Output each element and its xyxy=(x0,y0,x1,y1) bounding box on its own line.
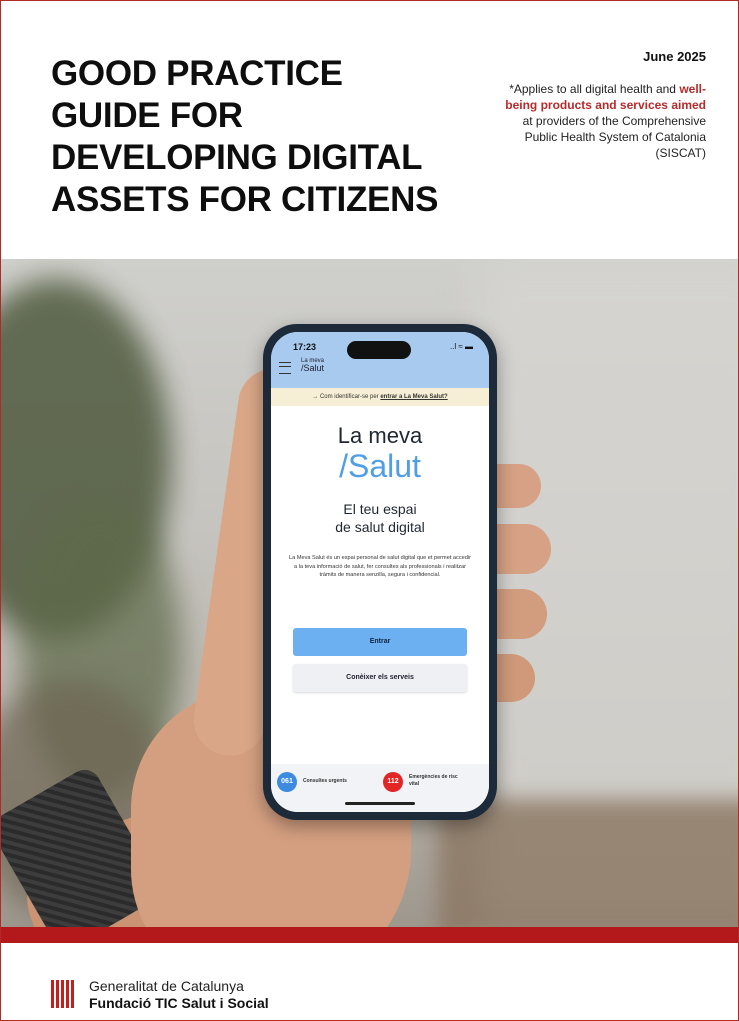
org-name: Generalitat de Catalunya xyxy=(89,978,244,994)
brand-name: La meva xyxy=(337,423,423,448)
hamburger-menu-icon[interactable] xyxy=(279,362,291,374)
emergency-number-badge[interactable]: 112 xyxy=(383,772,403,792)
login-help-banner[interactable]: → Com identificar-se per entrar a La Mev… xyxy=(271,388,489,406)
app-description: La Meva Salut és un espai personal de sa… xyxy=(289,555,471,578)
banner-link[interactable]: entrar a La Meva Salut? xyxy=(380,394,447,400)
status-time: 17:23 xyxy=(293,342,317,352)
tagline: El teu espai de salut digital xyxy=(271,500,489,536)
cover-title: GOOD PRACTICE GUIDE FOR DEVELOPING DIGIT… xyxy=(51,53,511,221)
cover-photo: 17:23 ..l ≈ ▬ La meva /Salut → Com ident… xyxy=(1,259,738,927)
background-shelf xyxy=(438,799,738,927)
title-line: GUIDE FOR xyxy=(51,96,243,135)
dynamic-island xyxy=(347,341,411,359)
note-prefix: *Applies to all digital health and xyxy=(509,82,680,96)
title-line: GOOD PRACTICE xyxy=(51,54,343,93)
app-header: 17:23 ..l ≈ ▬ La meva /Salut xyxy=(271,332,489,388)
urgent-number-badge[interactable]: 061 xyxy=(277,772,297,792)
title-line: DEVELOPING DIGITAL xyxy=(51,138,423,177)
scope-note: *Applies to all digital health and well-… xyxy=(496,81,706,161)
smartphone: 17:23 ..l ≈ ▬ La meva /Salut → Com ident… xyxy=(263,324,497,820)
app-logo[interactable]: La meva /Salut xyxy=(301,358,325,373)
document-cover: GOOD PRACTICE GUIDE FOR DEVELOPING DIGIT… xyxy=(0,0,739,1021)
title-line: ASSETS FOR CITIZENS xyxy=(51,180,439,219)
app-logo-bottom: /Salut xyxy=(301,363,325,373)
tagline-line: El teu espai xyxy=(343,501,417,517)
services-button[interactable]: Conèixer els serveis xyxy=(293,664,467,692)
phone-screen: 17:23 ..l ≈ ▬ La meva /Salut → Com ident… xyxy=(271,332,489,812)
accent-bar xyxy=(1,927,738,943)
publication-date: June 2025 xyxy=(643,49,706,64)
brand-slash: /Salut xyxy=(339,448,421,484)
home-indicator xyxy=(345,802,415,805)
note-suffix: at providers of the Comprehensive Public… xyxy=(522,114,706,160)
generalitat-logo-icon xyxy=(51,980,75,1008)
emergency-label[interactable]: Emergències de risc vital xyxy=(409,774,469,788)
org-subname: Fundació TIC Salut i Social xyxy=(89,995,269,1011)
urgent-label[interactable]: Consultes urgents xyxy=(303,778,347,785)
signal-icon: ..l ≈ ▬ xyxy=(449,342,473,351)
banner-text: → Com identificar-se per xyxy=(312,394,381,400)
enter-button[interactable]: Entrar xyxy=(293,628,467,656)
tagline-line: de salut digital xyxy=(335,519,425,535)
